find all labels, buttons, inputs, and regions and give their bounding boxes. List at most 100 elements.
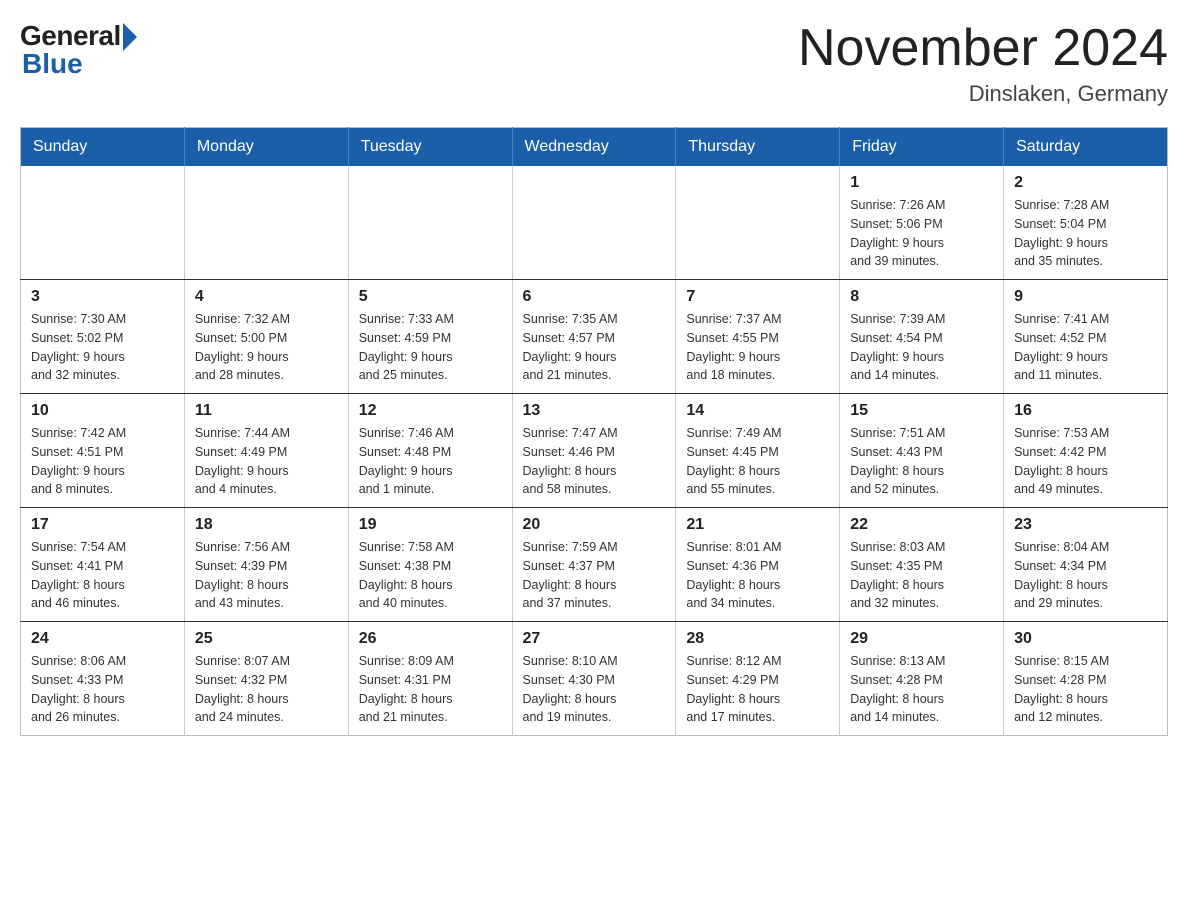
day-number: 13	[523, 402, 666, 420]
day-info: Sunrise: 7:49 AMSunset: 4:45 PMDaylight:…	[686, 424, 829, 499]
day-info: Sunrise: 7:56 AMSunset: 4:39 PMDaylight:…	[195, 538, 338, 613]
calendar-subtitle: Dinslaken, Germany	[798, 81, 1168, 107]
day-number: 18	[195, 516, 338, 534]
day-info: Sunrise: 8:07 AMSunset: 4:32 PMDaylight:…	[195, 652, 338, 727]
calendar-cell: 6 Sunrise: 7:35 AMSunset: 4:57 PMDaylight…	[512, 280, 676, 394]
day-info: Sunrise: 8:15 AMSunset: 4:28 PMDaylight:…	[1014, 652, 1157, 727]
calendar-week-row: 1 Sunrise: 7:26 AMSunset: 5:06 PMDaylight…	[21, 166, 1168, 280]
title-block: November 2024 Dinslaken, Germany	[798, 20, 1168, 107]
calendar-cell: 1 Sunrise: 7:26 AMSunset: 5:06 PMDaylight…	[840, 166, 1004, 280]
day-info: Sunrise: 7:41 AMSunset: 4:52 PMDaylight:…	[1014, 310, 1157, 385]
logo-arrow-icon	[123, 23, 137, 51]
calendar-cell: 23 Sunrise: 8:04 AMSunset: 4:34 PMDayligh…	[1004, 508, 1168, 622]
calendar-cell	[184, 166, 348, 280]
calendar-week-row: 3 Sunrise: 7:30 AMSunset: 5:02 PMDaylight…	[21, 280, 1168, 394]
day-info: Sunrise: 7:51 AMSunset: 4:43 PMDaylight:…	[850, 424, 993, 499]
day-number: 4	[195, 288, 338, 306]
calendar-cell: 8Sunrise: 7:39 AMSunset: 4:54 PMDaylight…	[840, 280, 1004, 394]
calendar-cell: 26 Sunrise: 8:09 AMSunset: 4:31 PMDayligh…	[348, 622, 512, 736]
calendar-header-thursday: Thursday	[676, 128, 840, 167]
calendar-cell: 10 Sunrise: 7:42 AMSunset: 4:51 PMDayligh…	[21, 394, 185, 508]
calendar-cell	[348, 166, 512, 280]
day-number: 15	[850, 402, 993, 420]
day-number: 16	[1014, 402, 1157, 420]
day-info: Sunrise: 7:30 AMSunset: 5:02 PMDaylight:…	[31, 310, 174, 385]
day-number: 5	[359, 288, 502, 306]
day-info: Sunrise: 7:35 AMSunset: 4:57 PMDaylight:…	[523, 310, 666, 385]
day-number: 7	[686, 288, 829, 306]
day-number: 2	[1014, 174, 1157, 192]
day-number: 25	[195, 630, 338, 648]
calendar-cell: 20Sunrise: 7:59 AMSunset: 4:37 PMDayligh…	[512, 508, 676, 622]
day-number: 23	[1014, 516, 1157, 534]
calendar-week-row: 24Sunrise: 8:06 AMSunset: 4:33 PMDayligh…	[21, 622, 1168, 736]
day-info: Sunrise: 8:13 AMSunset: 4:28 PMDaylight:…	[850, 652, 993, 727]
day-info: Sunrise: 7:37 AMSunset: 4:55 PMDaylight:…	[686, 310, 829, 385]
day-number: 21	[686, 516, 829, 534]
day-number: 30	[1014, 630, 1157, 648]
day-number: 12	[359, 402, 502, 420]
day-info: Sunrise: 7:32 AMSunset: 5:00 PMDaylight:…	[195, 310, 338, 385]
day-number: 1	[850, 174, 993, 192]
day-info: Sunrise: 8:10 AMSunset: 4:30 PMDaylight:…	[523, 652, 666, 727]
calendar-cell: 18 Sunrise: 7:56 AMSunset: 4:39 PMDayligh…	[184, 508, 348, 622]
day-info: Sunrise: 8:04 AMSunset: 4:34 PMDaylight:…	[1014, 538, 1157, 613]
day-info: Sunrise: 7:33 AMSunset: 4:59 PMDaylight:…	[359, 310, 502, 385]
day-number: 28	[686, 630, 829, 648]
calendar-header-wednesday: Wednesday	[512, 128, 676, 167]
day-info: Sunrise: 7:42 AMSunset: 4:51 PMDaylight:…	[31, 424, 174, 499]
day-info: Sunrise: 7:58 AMSunset: 4:38 PMDaylight:…	[359, 538, 502, 613]
calendar-cell: 5 Sunrise: 7:33 AMSunset: 4:59 PMDaylight…	[348, 280, 512, 394]
calendar-cell: 7 Sunrise: 7:37 AMSunset: 4:55 PMDaylight…	[676, 280, 840, 394]
day-number: 22	[850, 516, 993, 534]
calendar-cell: 28 Sunrise: 8:12 AMSunset: 4:29 PMDayligh…	[676, 622, 840, 736]
day-info: Sunrise: 7:59 AMSunset: 4:37 PMDaylight:…	[523, 538, 666, 613]
calendar-cell: 14 Sunrise: 7:49 AMSunset: 4:45 PMDayligh…	[676, 394, 840, 508]
calendar-cell: 25 Sunrise: 8:07 AMSunset: 4:32 PMDayligh…	[184, 622, 348, 736]
calendar-cell: 21 Sunrise: 8:01 AMSunset: 4:36 PMDayligh…	[676, 508, 840, 622]
day-info: Sunrise: 7:44 AMSunset: 4:49 PMDaylight:…	[195, 424, 338, 499]
day-number: 17	[31, 516, 174, 534]
calendar-header-tuesday: Tuesday	[348, 128, 512, 167]
day-number: 11	[195, 402, 338, 420]
calendar-week-row: 17 Sunrise: 7:54 AMSunset: 4:41 PMDayligh…	[21, 508, 1168, 622]
calendar-title: November 2024	[798, 20, 1168, 77]
calendar-cell: 24Sunrise: 8:06 AMSunset: 4:33 PMDayligh…	[21, 622, 185, 736]
calendar-cell: 19 Sunrise: 7:58 AMSunset: 4:38 PMDayligh…	[348, 508, 512, 622]
calendar-header-sunday: Sunday	[21, 128, 185, 167]
calendar-cell: 30 Sunrise: 8:15 AMSunset: 4:28 PMDayligh…	[1004, 622, 1168, 736]
calendar-cell: 22 Sunrise: 8:03 AMSunset: 4:35 PMDayligh…	[840, 508, 1004, 622]
calendar-cell	[676, 166, 840, 280]
day-info: Sunrise: 8:03 AMSunset: 4:35 PMDaylight:…	[850, 538, 993, 613]
calendar-header-monday: Monday	[184, 128, 348, 167]
calendar-header-row: SundayMondayTuesdayWednesdayThursdayFrid…	[21, 128, 1168, 167]
calendar-cell: 2 Sunrise: 7:28 AMSunset: 5:04 PMDaylight…	[1004, 166, 1168, 280]
calendar-cell: 4 Sunrise: 7:32 AMSunset: 5:00 PMDaylight…	[184, 280, 348, 394]
calendar-cell: 12 Sunrise: 7:46 AMSunset: 4:48 PMDayligh…	[348, 394, 512, 508]
day-number: 24	[31, 630, 174, 648]
calendar-cell: 3 Sunrise: 7:30 AMSunset: 5:02 PMDaylight…	[21, 280, 185, 394]
day-info: Sunrise: 7:28 AMSunset: 5:04 PMDaylight:…	[1014, 196, 1157, 271]
calendar-cell: 11 Sunrise: 7:44 AMSunset: 4:49 PMDayligh…	[184, 394, 348, 508]
calendar-cell: 27Sunrise: 8:10 AMSunset: 4:30 PMDayligh…	[512, 622, 676, 736]
calendar-cell: 16Sunrise: 7:53 AMSunset: 4:42 PMDayligh…	[1004, 394, 1168, 508]
calendar-cell: 13Sunrise: 7:47 AMSunset: 4:46 PMDayligh…	[512, 394, 676, 508]
day-info: Sunrise: 7:39 AMSunset: 4:54 PMDaylight:…	[850, 310, 993, 385]
day-number: 3	[31, 288, 174, 306]
day-info: Sunrise: 8:09 AMSunset: 4:31 PMDaylight:…	[359, 652, 502, 727]
day-number: 9	[1014, 288, 1157, 306]
calendar-header-saturday: Saturday	[1004, 128, 1168, 167]
day-number: 26	[359, 630, 502, 648]
day-number: 19	[359, 516, 502, 534]
day-info: Sunrise: 8:01 AMSunset: 4:36 PMDaylight:…	[686, 538, 829, 613]
day-number: 29	[850, 630, 993, 648]
day-info: Sunrise: 8:12 AMSunset: 4:29 PMDaylight:…	[686, 652, 829, 727]
day-info: Sunrise: 7:46 AMSunset: 4:48 PMDaylight:…	[359, 424, 502, 499]
calendar-cell: 9 Sunrise: 7:41 AMSunset: 4:52 PMDaylight…	[1004, 280, 1168, 394]
day-number: 6	[523, 288, 666, 306]
day-info: Sunrise: 7:26 AMSunset: 5:06 PMDaylight:…	[850, 196, 993, 271]
day-info: Sunrise: 7:54 AMSunset: 4:41 PMDaylight:…	[31, 538, 174, 613]
day-number: 10	[31, 402, 174, 420]
calendar-cell: 29 Sunrise: 8:13 AMSunset: 4:28 PMDayligh…	[840, 622, 1004, 736]
day-number: 14	[686, 402, 829, 420]
